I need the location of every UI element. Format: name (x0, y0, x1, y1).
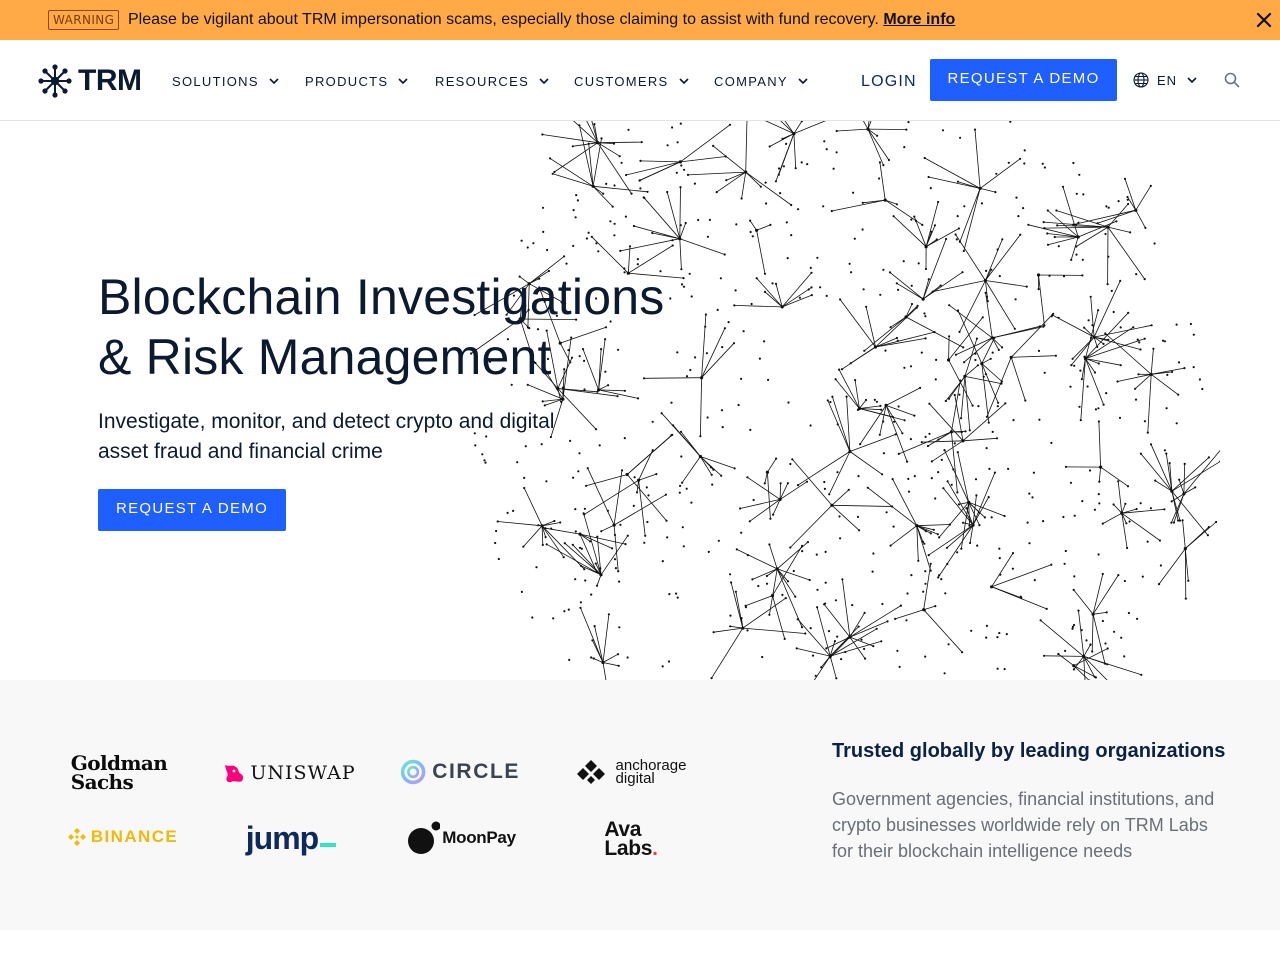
nav-customers[interactable]: CUSTOMERS (574, 72, 689, 90)
site-header: TRM SOLUTIONS PRODUCTS RESOURCES CUSTOME… (0, 40, 1280, 121)
trusted-title: Trusted globally by leading organization… (832, 740, 1226, 762)
nav-label: CUSTOMERS (574, 73, 669, 89)
binance-logo: BINANCE (62, 824, 182, 850)
warning-message: Please be vigilant about TRM impersonati… (128, 10, 955, 30)
ava-line2: Labs (604, 837, 653, 860)
jump-text: jump (245, 819, 319, 856)
hero-section: Blockchain Investigations & Risk Managem… (0, 121, 1280, 680)
hero-title: Blockchain Investigations & Risk Managem… (98, 267, 718, 387)
chevron-down-icon (539, 78, 549, 84)
nav-solutions[interactable]: SOLUTIONS (172, 72, 279, 90)
hero-title-line1: Blockchain Investigations (98, 269, 665, 325)
trusted-section: Goldman Sachs UNISWAP CIRCLE anchorage d… (0, 680, 1280, 930)
circle-text: CIRCLE (432, 760, 520, 783)
trm-logo-icon (38, 64, 72, 98)
hero-subtitle: Investigate, monitor, and detect crypto … (98, 410, 555, 463)
jump-logo: jump (236, 818, 346, 858)
warning-badge: WARNING (48, 10, 120, 30)
request-demo-button[interactable]: REQUEST A DEMO (930, 59, 1117, 101)
nav-resources[interactable]: RESOURCES (435, 72, 549, 90)
search-icon[interactable] (1224, 72, 1240, 88)
moonpay-icon (408, 821, 441, 854)
login-link[interactable]: LOGIN (861, 72, 917, 92)
network-graph-illustration (470, 121, 1220, 680)
anchorage-icon (576, 760, 605, 784)
chevron-down-icon (269, 78, 279, 84)
hero-title-line2: & Risk Management (98, 329, 552, 385)
trm-logo[interactable]: TRM (38, 64, 142, 98)
chevron-down-icon (678, 78, 689, 84)
chevron-down-icon (1187, 77, 1197, 83)
warning-banner: WARNING Please be vigilant about TRM imp… (0, 0, 1280, 40)
unicorn-icon (225, 765, 244, 783)
uniswap-logo: UNISWAP (222, 758, 356, 788)
goldman-sachs-logo: Goldman Sachs (64, 752, 174, 794)
uniswap-text: UNISWAP (250, 762, 356, 784)
ava-labs-logo: Ava Labs. (596, 818, 666, 860)
chevron-down-icon (398, 78, 408, 84)
nav-label: COMPANY (714, 73, 788, 89)
circle-brand-icon (400, 759, 426, 785)
nav-label: RESOURCES (435, 73, 530, 89)
globe-icon (1133, 72, 1149, 88)
hero-request-demo-button[interactable]: REQUEST A DEMO (98, 489, 286, 531)
goldman-line2: Sachs (70, 770, 134, 794)
jump-underscore (320, 843, 337, 847)
binance-icon (67, 828, 86, 846)
trusted-description: Government agencies, financial instituti… (832, 789, 1215, 861)
nav-label: PRODUCTS (305, 73, 389, 89)
logo-text: TRM (78, 64, 142, 97)
nav-label: SOLUTIONS (172, 73, 259, 89)
more-info-link[interactable]: More info (883, 11, 955, 28)
moonpay-text: MoonPay (442, 828, 516, 847)
chevron-down-icon (798, 78, 808, 84)
moonpay-logo: MoonPay (402, 818, 520, 858)
binance-text: BINANCE (90, 827, 179, 846)
close-icon[interactable] (1255, 11, 1273, 29)
language-selector[interactable]: EN (1133, 72, 1197, 88)
anchorage-logo: anchorage digital (566, 754, 694, 790)
nav-company[interactable]: COMPANY (714, 72, 808, 90)
language-label: EN (1157, 72, 1178, 88)
nav-products[interactable]: PRODUCTS (305, 72, 408, 90)
warning-text: Please be vigilant about TRM impersonati… (128, 11, 884, 28)
ava-dot: . (652, 837, 658, 860)
circle-logo: CIRCLE (400, 756, 520, 788)
